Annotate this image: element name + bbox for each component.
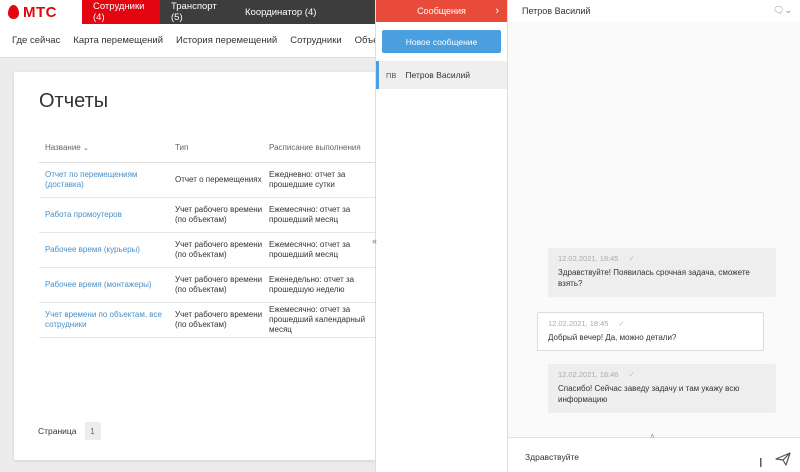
message-time: 12.02.2021, 18:45 <box>558 254 619 263</box>
chat-header: Петров Василий 🗨⌄ <box>508 0 800 22</box>
report-name-link[interactable]: Учет времени по объектам, все сотрудники <box>39 302 175 338</box>
message-input[interactable] <box>525 452 745 462</box>
reports-card: Отчеты Название ⌄ Тип Расписание выполне… <box>14 72 375 460</box>
message-time: 12.02.2021, 18:46 <box>558 370 619 379</box>
reports-table: Название ⌄ Тип Расписание выполнения Отч… <box>39 134 375 338</box>
nav-movement-history[interactable]: История перемещений <box>176 35 277 46</box>
report-schedule: Еженедельно: отчет за прошедшую неделю <box>269 267 375 303</box>
mts-egg-icon <box>8 5 19 19</box>
mts-logo[interactable]: МТС <box>0 0 82 24</box>
table-row: Работа промоутеров Учет рабочего времени… <box>39 197 375 233</box>
report-type: Учет рабочего времени (по объектам) <box>175 232 269 268</box>
table-row: Рабочее время (курьеры) Учет рабочего вр… <box>39 232 375 268</box>
new-message-button[interactable]: Новое сообщение <box>382 30 501 53</box>
pagination: Страница 1 <box>38 422 101 440</box>
sub-navigation: Где сейчас Карта перемещений История пер… <box>0 24 394 58</box>
message-text: Добрый вечер! Да, можно детали? <box>548 332 677 342</box>
message-text: Спасибо! Сейчас заведу задачу и там укаж… <box>558 383 740 405</box>
expand-up-icon[interactable]: ˄ <box>650 432 655 441</box>
report-schedule: Ежемесячно: отчет за прошедший календарн… <box>269 302 375 338</box>
report-schedule: Ежемесячно: отчет за прошедший месяц <box>269 197 375 233</box>
report-type: Учет рабочего времени (по объектам) <box>175 197 269 233</box>
table-row: Учет времени по объектам, все сотрудники… <box>39 302 375 338</box>
table-row: Отчет по перемещениям (доставка) Отчет о… <box>39 162 375 198</box>
message-text: Здравствуйте! Появилась срочная задача, … <box>558 267 750 289</box>
table-header-row: Название ⌄ Тип Расписание выполнения <box>39 134 375 163</box>
messages-panel: Сообщения › Новое сообщение ПВ Петров Ва… <box>375 0 507 472</box>
chat-options-icon[interactable]: 🗨⌄ <box>773 5 792 16</box>
nav-employees[interactable]: Сотрудники <box>290 35 341 46</box>
message-time: 12.02.2021, 18:45 <box>548 319 609 328</box>
message-composer: ˄ I <box>508 432 800 472</box>
send-icon[interactable] <box>775 452 791 466</box>
nav-movement-map[interactable]: Карта перемещений <box>73 35 163 46</box>
nav-where-now[interactable]: Где сейчас <box>12 35 60 46</box>
sort-down-icon: ⌄ <box>82 145 89 153</box>
report-type: Учет рабочего времени (по объектам) <box>175 267 269 303</box>
report-name-link[interactable]: Работа промоутеров <box>39 197 175 233</box>
tab-employees[interactable]: Сотрудники (4) <box>82 0 160 24</box>
check-icon: ✓ <box>618 319 625 328</box>
message-bubble-outgoing: 12.02.2021, 18:45 ✓ Добрый вечер! Да, мож… <box>537 312 764 352</box>
message-bubble-incoming: 12.02.2021, 18:46 ✓ Спасибо! Сейчас завед… <box>548 364 776 414</box>
report-name-link[interactable]: Отчет по перемещениям (доставка) <box>39 162 175 198</box>
report-type: Учет рабочего времени (по объектам) <box>175 302 269 338</box>
chat-panel: Петров Василий 🗨⌄ 12.02.2021, 18:45 ✓ Здр… <box>507 0 800 472</box>
column-header-type: Тип <box>175 134 269 163</box>
page-title: Отчеты <box>39 90 109 112</box>
table-row: Рабочее время (монтажеры) Учет рабочего … <box>39 267 375 303</box>
tab-transport[interactable]: Транспорт (5) <box>160 0 234 24</box>
chat-contact-name: Петров Василий <box>522 6 591 16</box>
check-icon: ✓ <box>628 254 635 263</box>
tab-coordinator[interactable]: Координатор (4) <box>234 0 375 24</box>
conversation-item[interactable]: ПВ Петров Василий <box>376 61 507 89</box>
report-name-link[interactable]: Рабочее время (монтажеры) <box>39 267 175 303</box>
page-1-button[interactable]: 1 <box>84 422 101 440</box>
report-name-link[interactable]: Рабочее время (курьеры) <box>39 232 175 268</box>
chevron-right-icon[interactable]: › <box>495 5 499 17</box>
collapse-left-icon[interactable]: « <box>372 236 377 246</box>
report-schedule: Ежемесячно: отчет за прошедший месяц <box>269 232 375 268</box>
check-icon: ✓ <box>628 370 635 379</box>
top-bar: МТС Сотрудники (4) Транспорт (5) Координ… <box>0 0 375 24</box>
logo-text: МТС <box>23 3 57 21</box>
text-cursor-icon: I <box>759 455 763 470</box>
pager-label: Страница <box>38 426 77 436</box>
message-bubble-incoming: 12.02.2021, 18:45 ✓ Здравствуйте! Появила… <box>548 248 776 298</box>
conversation-name: Петров Василий <box>405 70 471 80</box>
column-header-name[interactable]: Название ⌄ <box>39 134 175 163</box>
messages-header[interactable]: Сообщения › <box>376 0 507 22</box>
report-schedule: Ежедневно: отчет за прошедшие сутки <box>269 162 375 198</box>
messages-title: Сообщения <box>417 6 466 16</box>
avatar-initials: ПВ <box>386 70 397 80</box>
report-type: Отчет о перемещениях <box>175 162 269 198</box>
column-header-schedule: Расписание выполнения <box>269 134 375 163</box>
